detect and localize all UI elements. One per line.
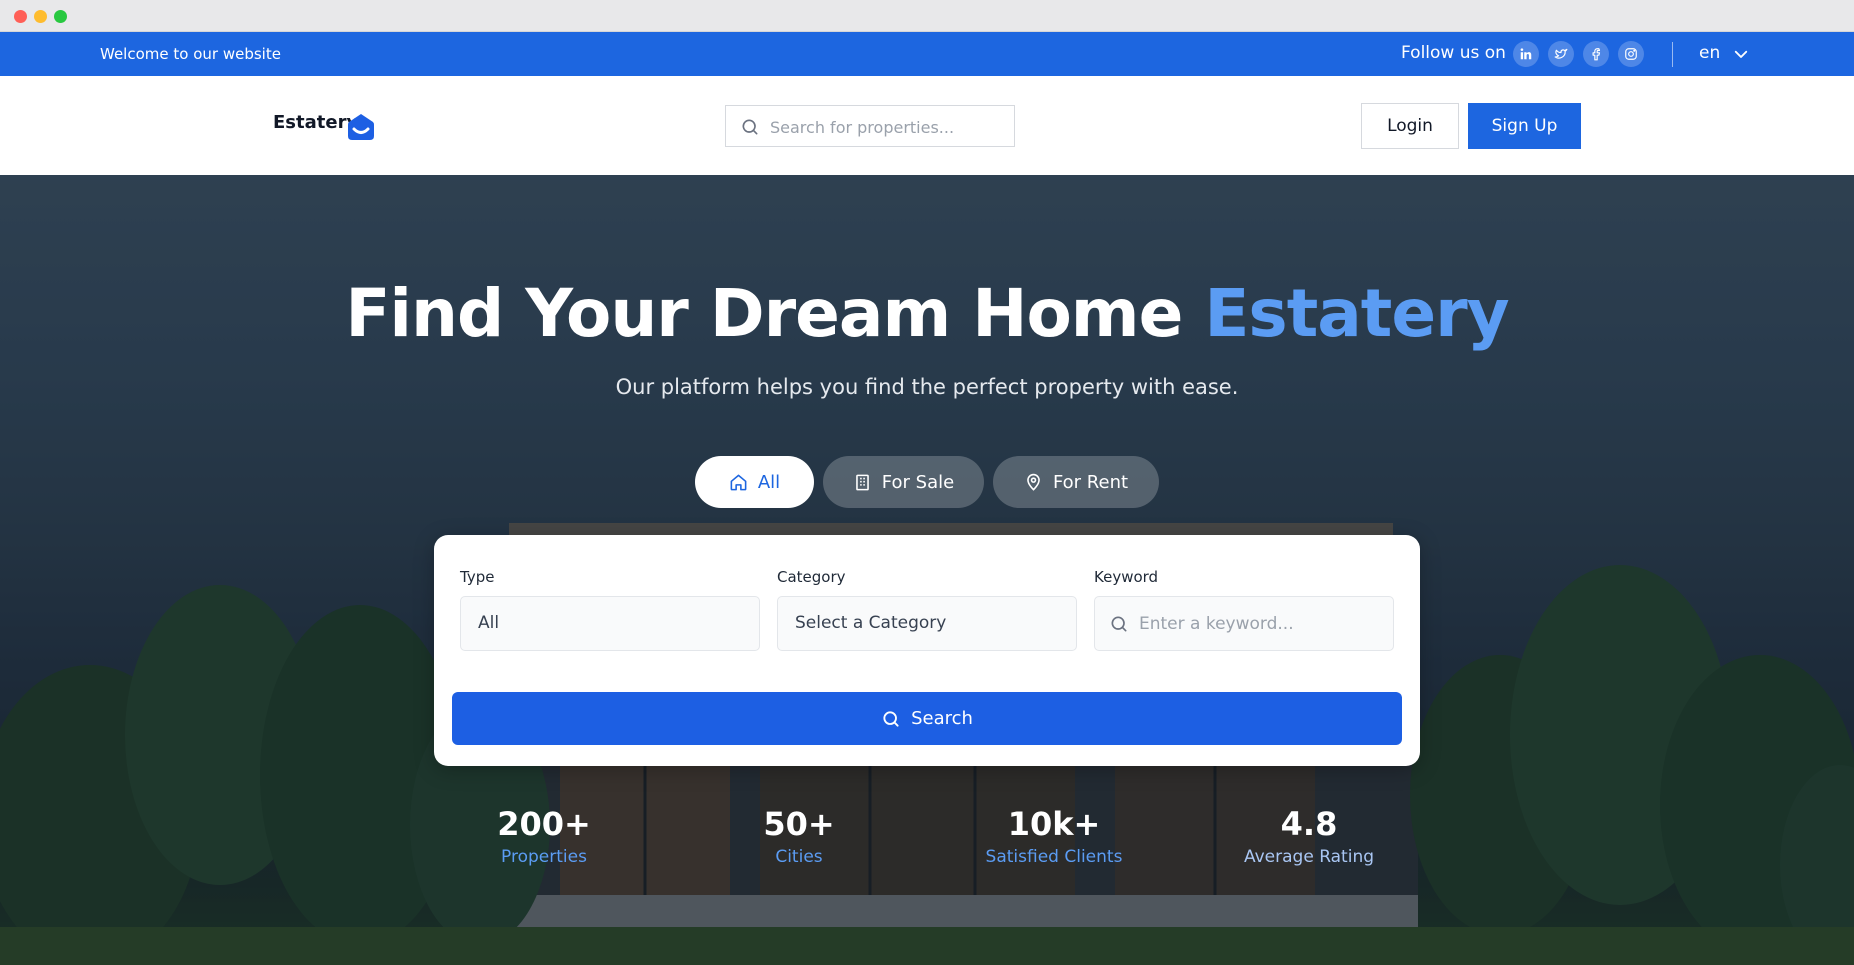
- minimize-window-button[interactable]: [34, 10, 47, 23]
- property-search-input[interactable]: [770, 114, 1006, 140]
- top-bar: Welcome to our website Follow us on en: [0, 32, 1854, 76]
- stat-value: 50+: [763, 805, 835, 843]
- main-header: Estatery Login Sign Up: [0, 76, 1854, 175]
- search-button[interactable]: Search: [452, 692, 1402, 745]
- category-label: Category: [777, 568, 846, 586]
- signup-button[interactable]: Sign Up: [1468, 103, 1581, 149]
- hero-title-main: Find Your Dream Home: [345, 275, 1183, 352]
- logo-house-icon[interactable]: [346, 112, 376, 142]
- tab-all-label: All: [757, 471, 781, 493]
- follow-us-label: Follow us on: [1401, 43, 1506, 63]
- chevron-down-icon[interactable]: [1732, 45, 1750, 63]
- login-button[interactable]: Login: [1361, 103, 1459, 149]
- keyword-input[interactable]: [1139, 610, 1379, 638]
- close-window-button[interactable]: [14, 10, 27, 23]
- stat-label: Average Rating: [1243, 847, 1375, 867]
- stat-value: 4.8: [1280, 805, 1338, 843]
- building-icon: [855, 474, 869, 490]
- twitter-icon[interactable]: [1548, 41, 1574, 67]
- hero-subtitle: Our platform helps you find the perfect …: [615, 375, 1239, 399]
- stat-properties: 200+ Properties: [444, 805, 644, 867]
- stat-satisfied-clients: 10k+ Satisfied Clients: [954, 805, 1154, 867]
- linkedin-icon[interactable]: [1513, 41, 1539, 67]
- tab-for-sale-label: For Sale: [881, 471, 955, 493]
- map-pin-icon: [1027, 473, 1040, 491]
- maximize-window-button[interactable]: [54, 10, 67, 23]
- search-icon: [742, 119, 758, 135]
- home-icon: [730, 474, 747, 490]
- hero-title-accent: Estatery: [1204, 275, 1509, 352]
- stat-label: Properties: [501, 847, 587, 867]
- search-panel: Type All Category Select a Category Keyw…: [434, 535, 1420, 766]
- stat-cities: 50+ Cities: [699, 805, 899, 867]
- language-selector[interactable]: en: [1699, 43, 1720, 63]
- keyword-label: Keyword: [1094, 568, 1159, 586]
- category-select-value: Select a Category: [795, 613, 947, 633]
- hero-title: Find Your Dream Home Estatery: [0, 275, 1854, 352]
- keyword-field[interactable]: [1094, 596, 1394, 651]
- stat-value: 10k+: [1007, 805, 1101, 843]
- property-search-box[interactable]: [725, 105, 1015, 147]
- search-icon: [1111, 616, 1127, 632]
- search-icon: [883, 710, 899, 727]
- type-select[interactable]: All: [460, 596, 760, 651]
- stat-label: Cities: [775, 847, 823, 867]
- welcome-text: Welcome to our website: [100, 45, 281, 63]
- hero-section: Find Your Dream Home Estatery Our platfo…: [0, 175, 1854, 965]
- window-titlebar: [0, 0, 1854, 32]
- topbar-divider: [1672, 42, 1673, 67]
- type-select-value: All: [478, 613, 500, 633]
- type-label: Type: [460, 568, 495, 586]
- tab-for-sale[interactable]: For Sale: [823, 456, 984, 508]
- stat-value: 200+: [497, 805, 591, 843]
- instagram-icon[interactable]: [1618, 41, 1644, 67]
- search-button-label: Search: [911, 708, 973, 729]
- stat-label: Satisfied Clients: [985, 847, 1123, 867]
- tab-all[interactable]: All: [695, 456, 814, 508]
- facebook-icon[interactable]: [1583, 41, 1609, 67]
- tab-for-rent-label: For Rent: [1052, 471, 1129, 493]
- stat-average-rating: 4.8 Average Rating: [1209, 805, 1409, 867]
- category-select[interactable]: Select a Category: [777, 596, 1077, 651]
- tab-for-rent[interactable]: For Rent: [993, 456, 1159, 508]
